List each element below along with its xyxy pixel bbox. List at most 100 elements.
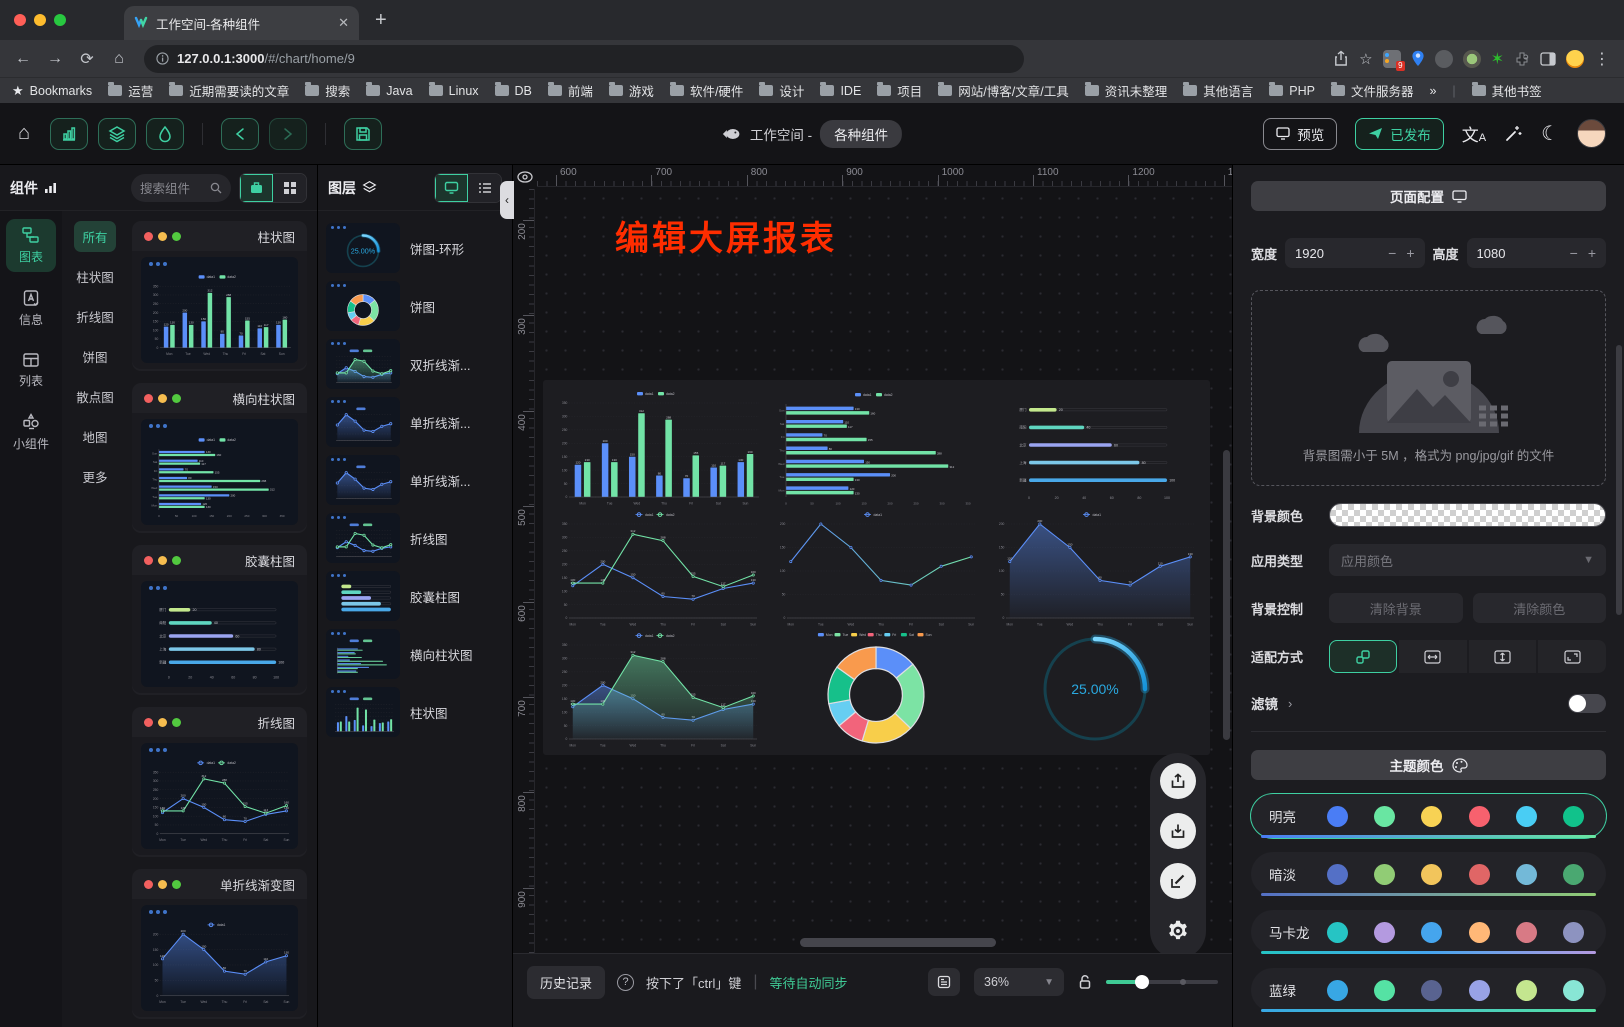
bookmark-item[interactable]: 资讯未整理	[1085, 81, 1168, 100]
settings-gear-button[interactable]	[1160, 913, 1196, 949]
sidebar-toggle-icon[interactable]	[1540, 52, 1556, 66]
page-config-header[interactable]: 页面配置	[1251, 181, 1606, 211]
extensions-puzzle-icon[interactable]	[1514, 51, 1530, 67]
category-item[interactable]: 更多	[74, 461, 115, 492]
collapse-layer-panel-button[interactable]: ‹	[500, 181, 514, 219]
new-tab-button[interactable]: +	[375, 9, 387, 32]
zoom-slider-knob[interactable]	[1135, 975, 1149, 989]
profile-avatar[interactable]	[1566, 50, 1584, 68]
bookmark-item[interactable]: DB	[495, 81, 532, 100]
forward-icon[interactable]: →	[42, 50, 68, 68]
bookmarks-overflow[interactable]: »	[1429, 84, 1436, 98]
app-home-icon[interactable]: ⌂	[18, 122, 30, 145]
bookmark-item[interactable]: 软件/硬件	[670, 81, 743, 100]
board-chart-bar-chart[interactable]: data1data2050100150200250300350Mon120130…	[549, 386, 767, 507]
board-chart-line-chart[interactable]: data1data2050100150200250300350120200150…	[549, 507, 767, 628]
category-item[interactable]: 散点图	[68, 381, 122, 412]
bookmark-item[interactable]: IDE	[820, 81, 861, 100]
height-minus-button[interactable]: −	[1570, 245, 1578, 261]
sidebar-item-charts[interactable]: 图表	[6, 219, 56, 272]
save-button[interactable]	[344, 118, 382, 150]
zoom-slider[interactable]	[1106, 980, 1218, 984]
back-icon[interactable]: ←	[10, 50, 36, 68]
theme-row-蓝绿[interactable]: 蓝绿	[1251, 968, 1606, 1012]
lock-icon[interactable]	[1078, 974, 1092, 990]
minimize-window-button[interactable]	[34, 14, 46, 26]
clear-color-button[interactable]: 清除颜色	[1473, 593, 1607, 623]
grid-view-toggle[interactable]	[273, 174, 306, 202]
bookmark-item[interactable]: 其他语言	[1183, 81, 1253, 100]
dashboard-board[interactable]: data1data2050100150200250300350Mon120130…	[543, 380, 1210, 755]
layer-item[interactable]: 双折线渐...	[326, 339, 504, 389]
extension-face-icon[interactable]	[1435, 50, 1453, 68]
filter-toggle[interactable]	[1568, 694, 1606, 713]
layer-panel-toggle[interactable]	[98, 118, 136, 150]
background-upload-dropzone[interactable]: 背景图需小于 5M ，格式为 png/jpg/gif 的文件	[1251, 290, 1606, 486]
category-item[interactable]: 柱状图	[68, 261, 122, 292]
history-button[interactable]: 历史记录	[527, 966, 605, 999]
category-item[interactable]: 饼图	[74, 341, 115, 372]
single-column-view-toggle[interactable]	[240, 174, 273, 202]
chevron-right-icon[interactable]: ›	[1288, 696, 1292, 711]
bookmark-item[interactable]: 近期需要读的文章	[169, 81, 289, 100]
layer-thumbnail-view-toggle[interactable]	[435, 174, 468, 202]
close-window-button[interactable]	[14, 14, 26, 26]
ruler-eye-icon[interactable]	[513, 165, 537, 189]
help-icon[interactable]: ?	[617, 974, 634, 991]
height-plus-button[interactable]: +	[1588, 245, 1596, 261]
board-chart-pie-chart[interactable]: MonTueWedThuFriSatSun	[767, 628, 985, 749]
layer-item[interactable]: 柱状图	[326, 687, 504, 737]
tab-close-icon[interactable]: ✕	[338, 15, 349, 31]
component-card[interactable]: 柱状图data1data2050100150200250300350Mon120…	[132, 221, 307, 371]
bookmark-item[interactable]: 网站/博客/文章/工具	[938, 81, 1068, 100]
bookmark-star-icon[interactable]: ☆	[1359, 50, 1372, 68]
bookmark-item[interactable]: 运营	[108, 81, 153, 100]
bookmark-item[interactable]: 游戏	[609, 81, 654, 100]
import-button[interactable]	[1160, 813, 1196, 849]
bookmark-item[interactable]: Linux	[429, 81, 479, 100]
shortcut-doc-button[interactable]	[928, 968, 960, 996]
layer-item[interactable]: 单折线渐...	[326, 397, 504, 447]
component-card[interactable]: 单折线渐变图data105010015020012020015080701101…	[132, 869, 307, 1019]
layer-item[interactable]: 25.00%饼图-环形	[326, 223, 504, 273]
canvas-title-text[interactable]: 编辑大屏报表	[615, 211, 837, 260]
zoom-select[interactable]: 36%▼	[974, 968, 1064, 996]
site-info-icon[interactable]	[156, 52, 169, 65]
other-bookmarks[interactable]: 其他书签	[1472, 81, 1542, 100]
user-avatar[interactable]	[1577, 119, 1606, 148]
canvas[interactable]: ‹ 6007008009001000110012001300 200300400…	[513, 165, 1232, 1027]
reload-icon[interactable]: ⟳	[74, 49, 100, 69]
preview-button[interactable]: 预览	[1263, 118, 1337, 150]
publish-button[interactable]: 已发布	[1355, 118, 1444, 150]
extension-blocker-icon[interactable]: 9	[1383, 50, 1401, 68]
component-card[interactable]: 折线图data1data2050100150200250300350120200…	[132, 707, 307, 857]
theme-color-header[interactable]: 主题颜色	[1251, 750, 1606, 780]
fit-width-button[interactable]	[1399, 640, 1467, 673]
bg-color-swatch[interactable]	[1329, 503, 1606, 527]
bookmark-item[interactable]: Java	[366, 81, 412, 100]
board-chart-single-line-gradient-chart[interactable]: data1050100150200MonTueWedThuFriSatSun	[767, 507, 985, 628]
extension-pin-icon[interactable]	[1411, 50, 1425, 67]
width-minus-button[interactable]: −	[1388, 245, 1396, 261]
canvas-horizontal-scrollbar[interactable]	[800, 938, 996, 947]
home-icon[interactable]: ⌂	[106, 50, 132, 68]
category-item[interactable]: 折线图	[68, 301, 122, 332]
theme-row-明亮[interactable]: 明亮	[1251, 794, 1606, 838]
address-bar[interactable]: 127.0.0.1:3000/#/chart/home/9	[144, 45, 1024, 73]
sidebar-item-widgets[interactable]: 小组件	[6, 406, 56, 459]
browser-menu-icon[interactable]: ⋮	[1594, 49, 1610, 69]
undo-button[interactable]	[221, 118, 259, 150]
bookmark-item[interactable]: PHP	[1269, 81, 1315, 100]
category-item[interactable]: 地图	[74, 421, 115, 452]
export-button[interactable]	[1160, 763, 1196, 799]
sidebar-item-list[interactable]: 列表	[6, 345, 56, 396]
board-chart-hbar-chart[interactable]: data1data2050100150200250300350Mon120130…	[767, 386, 985, 507]
bookmark-item[interactable]: 文件服务器	[1331, 81, 1414, 100]
bookmarks-manager[interactable]: ★Bookmarks	[12, 83, 92, 99]
redo-button[interactable]	[269, 118, 307, 150]
browser-tab[interactable]: 工作空间-各种组件 ✕	[124, 6, 359, 40]
fit-stretch-button[interactable]	[1538, 640, 1606, 673]
layer-item[interactable]: 横向柱状图	[326, 629, 504, 679]
bookmark-item[interactable]: 设计	[759, 81, 804, 100]
height-stepper[interactable]: 1080−+	[1467, 238, 1606, 268]
